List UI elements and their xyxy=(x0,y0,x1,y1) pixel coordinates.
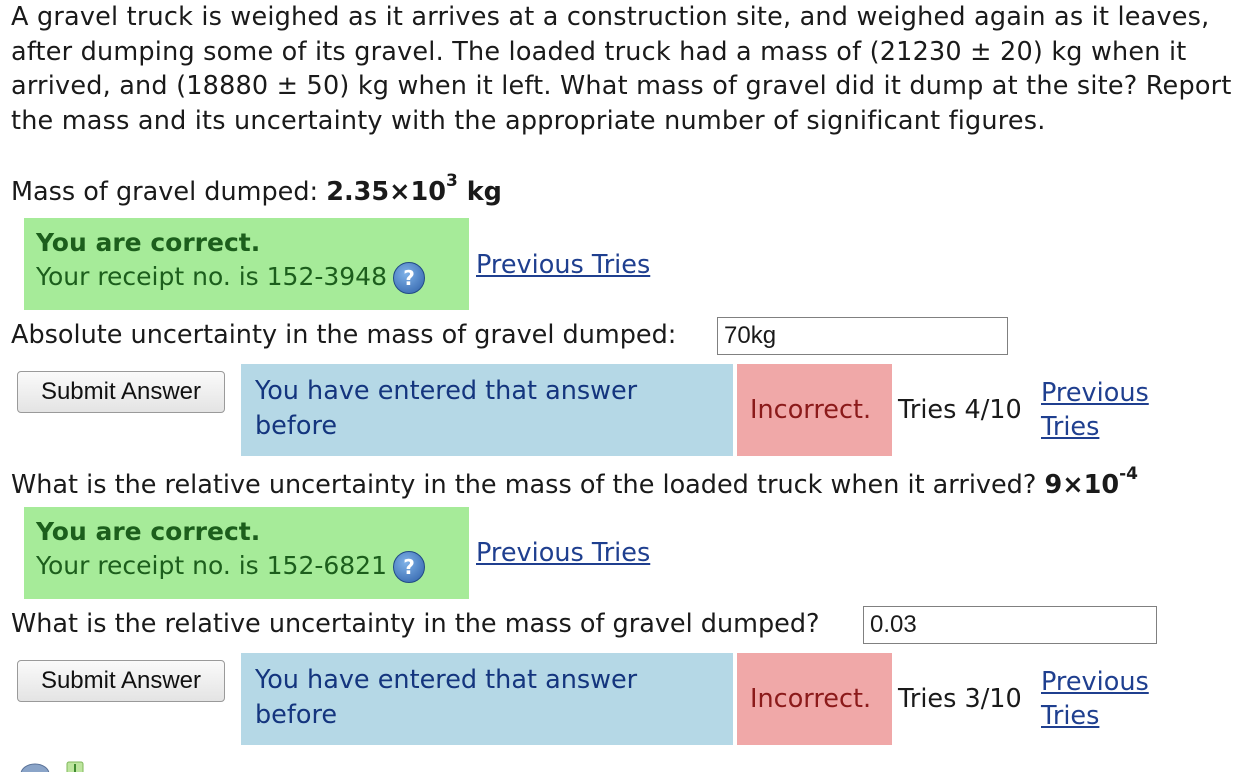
q3-receipt: Your receipt no. is 152-6821? xyxy=(36,549,457,583)
q2-entered-before-msg: You have entered that answer before xyxy=(241,364,733,456)
q2-incorrect-badge: Incorrect. xyxy=(737,364,892,456)
q3-line: What is the relative uncertainty in the … xyxy=(11,464,1139,500)
q1-correct-feedback: You are correct. Your receipt no. is 152… xyxy=(24,218,469,310)
q1-label: Mass of gravel dumped: xyxy=(11,177,319,207)
q3-correct-title: You are correct. xyxy=(36,517,261,546)
q2-previous-tries-link[interactable]: Previous Tries xyxy=(1041,376,1149,444)
q4-label: What is the relative uncertainty in the … xyxy=(11,609,820,639)
q3-label: What is the relative uncertainty in the … xyxy=(11,470,1037,500)
q4-previous-tries-link[interactable]: Previous Tries xyxy=(1041,665,1149,733)
q2-submit-button[interactable]: Submit Answer xyxy=(17,371,225,413)
q2-answer-input[interactable]: 70kg xyxy=(717,317,1008,355)
q3-correct-feedback: You are correct. Your receipt no. is 152… xyxy=(24,507,469,599)
help-icon[interactable]: ? xyxy=(393,551,425,583)
q4-entered-before-msg: You have entered that answer before xyxy=(241,653,733,745)
q4-tries-count: Tries 3/10 xyxy=(898,684,1022,714)
toolbar-icons[interactable] xyxy=(15,758,95,772)
q1-receipt: Your receipt no. is 152-3948? xyxy=(36,260,457,294)
q2-tries-count: Tries 4/10 xyxy=(898,395,1022,425)
q3-previous-tries-link[interactable]: Previous Tries xyxy=(476,538,650,568)
q4-answer-input[interactable]: 0.03 xyxy=(863,606,1157,644)
q4-submit-button[interactable]: Submit Answer xyxy=(17,660,225,702)
q1-previous-tries-link[interactable]: Previous Tries xyxy=(476,250,650,280)
q3-answer: 9×10-4 xyxy=(1044,464,1139,500)
problem-statement: A gravel truck is weighed as it arrives … xyxy=(11,2,1232,136)
q2-label: Absolute uncertainty in the mass of grav… xyxy=(11,320,677,350)
q1-correct-title: You are correct. xyxy=(36,228,261,257)
q1-answer: 2.35×103 kg xyxy=(326,171,502,207)
q4-incorrect-badge: Incorrect. xyxy=(737,653,892,745)
help-icon[interactable]: ? xyxy=(393,262,425,294)
q1-line: Mass of gravel dumped: 2.35×103 kg xyxy=(11,171,502,207)
